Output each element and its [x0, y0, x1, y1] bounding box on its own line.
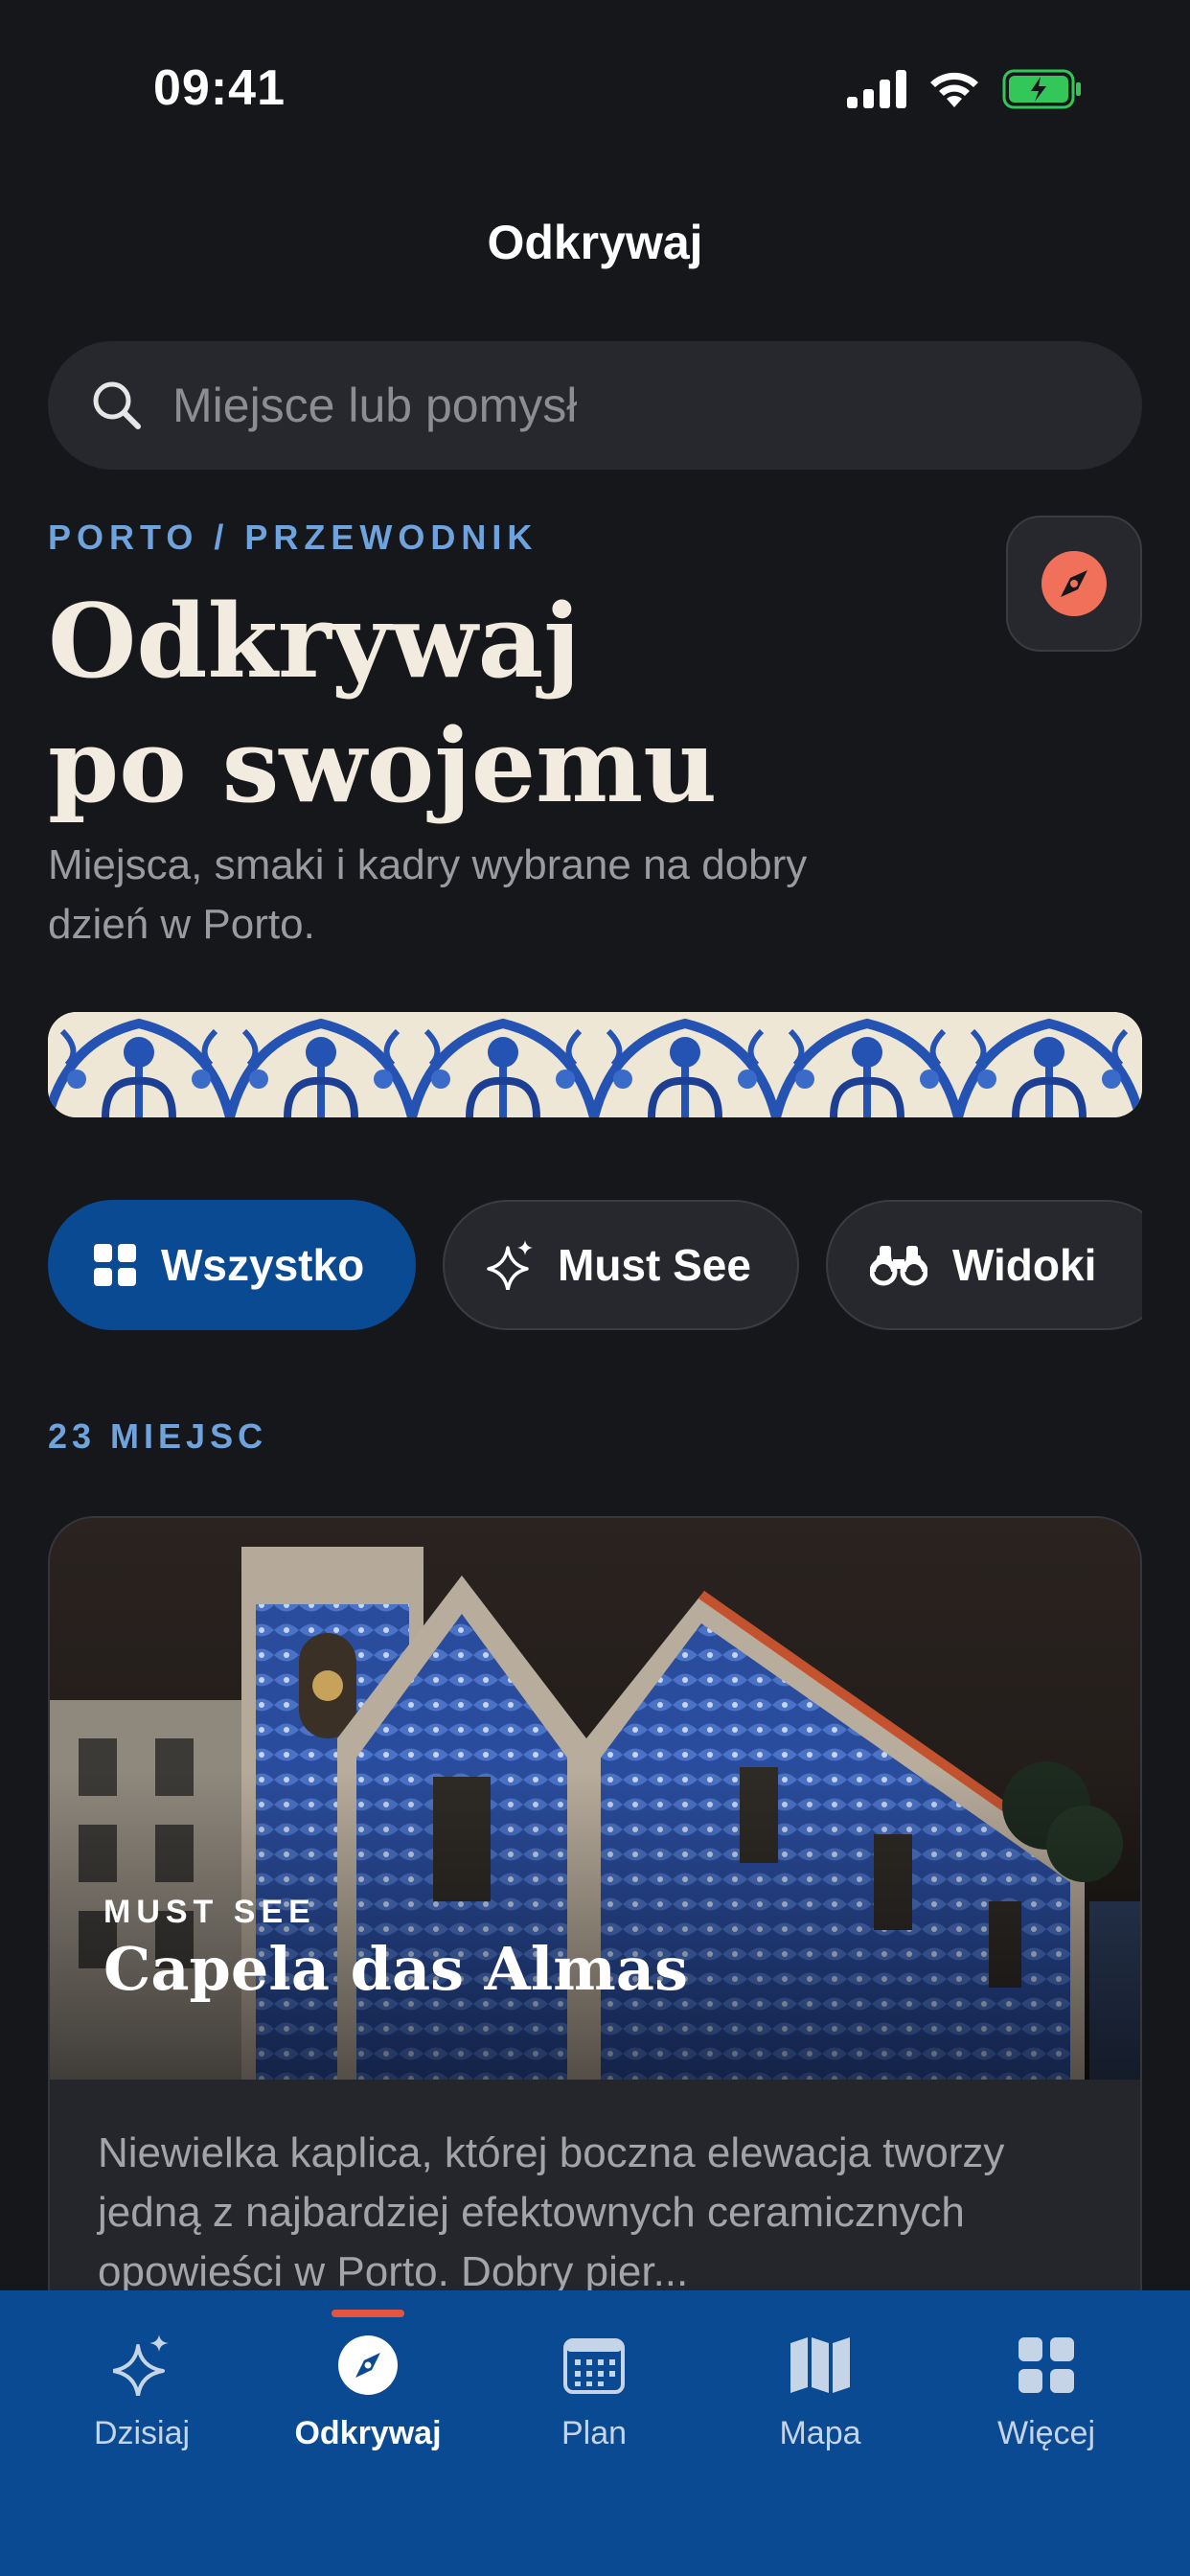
battery-charging-icon	[1002, 69, 1081, 109]
search-input[interactable]	[172, 378, 1035, 433]
tab-label: Odkrywaj	[294, 2415, 442, 2451]
cellular-signal-icon	[847, 70, 906, 108]
results-count: 23 MIEJSC	[48, 1416, 268, 1456]
compass-button[interactable]	[1006, 516, 1142, 652]
tab-label: Plan	[561, 2415, 628, 2451]
hero-title-line1: Odkrywaj	[48, 581, 581, 701]
hero-title-line2: po swojemu	[48, 705, 718, 825]
tab-label: Więcej	[996, 2415, 1096, 2451]
filter-chip-must-see[interactable]: Must See	[443, 1200, 799, 1330]
tab-label: Mapa	[779, 2415, 861, 2451]
calendar-icon	[563, 2338, 625, 2394]
tab-dzisiaj[interactable]: Dzisiaj	[23, 2290, 261, 2482]
compass-icon	[338, 2335, 398, 2395]
grid-icon	[1018, 2337, 1074, 2393]
active-tab-indicator	[332, 2310, 404, 2317]
grid-icon	[94, 1244, 136, 1286]
hero-title: Odkrywaj po swojemu	[48, 579, 1006, 828]
filter-chip-label: Widoki	[952, 1240, 1097, 1290]
filter-chip-widoki[interactable]: Widoki	[826, 1200, 1142, 1330]
search-icon	[93, 381, 141, 429]
compass-icon	[1041, 551, 1107, 616]
binoculars-icon	[870, 1246, 927, 1286]
sparkles-icon	[113, 2334, 169, 2396]
status-icons	[847, 69, 1083, 109]
tab-plan[interactable]: Plan	[475, 2290, 713, 2482]
tab-mapa[interactable]: Mapa	[701, 2290, 939, 2482]
tab-bar: Dzisiaj Odkrywaj Plan Mapa Więcej	[0, 2290, 1190, 2576]
hero-subtitle: Miejsca, smaki i kadry wybrane na dobry …	[48, 841, 808, 948]
card-description: Niewielka kaplica, której boczna elewacj…	[98, 2129, 1005, 2295]
tab-label: Dzisiaj	[93, 2415, 191, 2451]
sparkles-icon	[487, 1240, 533, 1290]
map-icon	[790, 2337, 850, 2393]
card-title: Capela das Almas	[103, 1934, 688, 2004]
filter-chip-label: Must See	[558, 1240, 751, 1290]
wifi-icon	[930, 72, 978, 107]
azulejo-tile-banner	[48, 1012, 1142, 1117]
tab-odkrywaj[interactable]: Odkrywaj	[249, 2290, 487, 2482]
filter-chip-wszystko[interactable]: Wszystko	[48, 1200, 416, 1330]
section-eyebrow: PORTO / PRZEWODNIK	[48, 518, 538, 557]
filter-chip-label: Wszystko	[161, 1240, 365, 1290]
filter-chips: Wszystko Must See Widoki	[48, 1200, 1142, 1334]
tab-wiecej[interactable]: Więcej	[927, 2290, 1165, 2482]
status-time: 09:41	[153, 60, 286, 116]
card-tag: MUST SEE	[103, 1894, 316, 1930]
nav-title: Odkrywaj	[487, 216, 703, 269]
search-bar[interactable]	[48, 341, 1142, 470]
